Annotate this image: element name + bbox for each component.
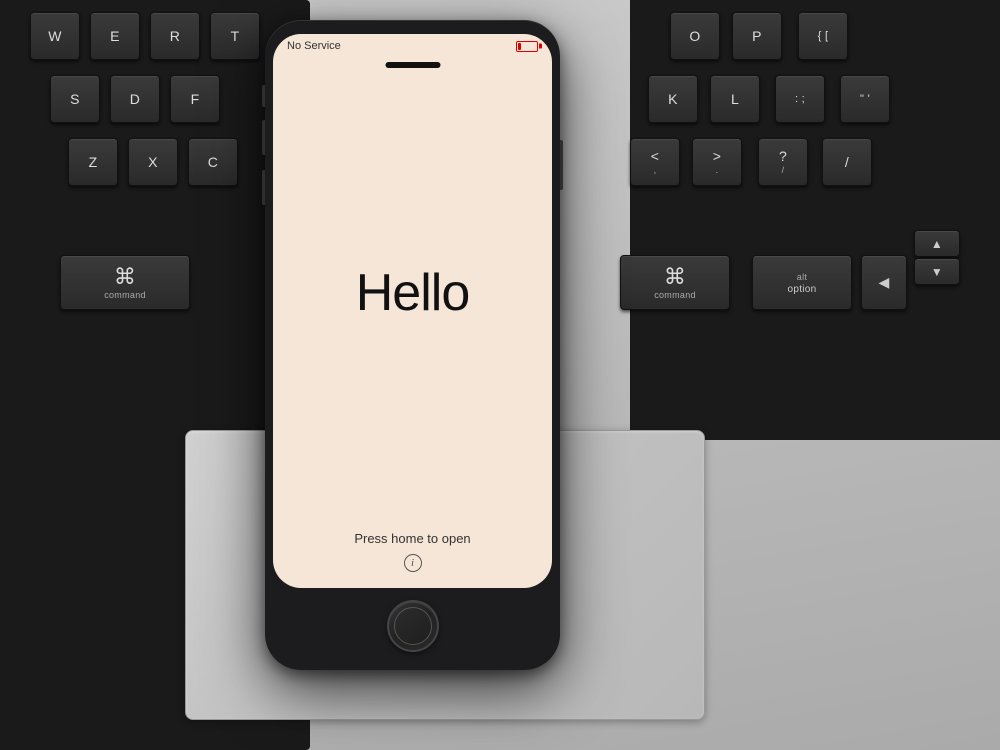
iphone-volume-down — [262, 170, 265, 205]
key-quote[interactable]: " ' — [840, 75, 890, 123]
key-arrow-up[interactable]: ▲ — [914, 230, 960, 257]
key-t[interactable]: T — [210, 12, 260, 60]
key-command-left[interactable]: ⌘ command — [60, 255, 190, 310]
key-c[interactable]: C — [188, 138, 238, 186]
key-l[interactable]: L — [710, 75, 760, 123]
carrier-label: No Service — [287, 40, 341, 52]
key-x[interactable]: X — [128, 138, 178, 186]
key-k[interactable]: K — [648, 75, 698, 123]
iphone-silent-switch — [262, 85, 265, 107]
info-icon: i — [404, 554, 422, 572]
iphone: No Service Hello Press home to open i — [265, 20, 560, 670]
key-o[interactable]: O — [670, 12, 720, 60]
key-semicolon[interactable]: : ; — [775, 75, 825, 123]
key-f[interactable]: F — [170, 75, 220, 123]
keyboard-right: O P { [ K L : ; " ' < , > . ? / / ⌘ comm… — [630, 0, 1000, 440]
key-greater-than[interactable]: > . — [692, 138, 742, 186]
key-s[interactable]: S — [50, 75, 100, 123]
key-w[interactable]: W — [30, 12, 80, 60]
key-slash[interactable]: / — [822, 138, 872, 186]
key-question[interactable]: ? / — [758, 138, 808, 186]
key-option[interactable]: alt option — [752, 255, 852, 310]
iphone-status-bar: No Service — [273, 34, 552, 54]
key-d[interactable]: D — [110, 75, 160, 123]
key-p[interactable]: P — [732, 12, 782, 60]
key-arrow-left[interactable]: ◀ — [861, 255, 907, 310]
key-e[interactable]: E — [90, 12, 140, 60]
key-arrow-down[interactable]: ▼ — [914, 258, 960, 285]
key-command-right[interactable]: ⌘ command — [620, 255, 730, 310]
key-less-than[interactable]: < , — [630, 138, 680, 186]
iphone-earpiece — [385, 62, 440, 68]
iphone-home-button-inner — [394, 607, 432, 645]
key-z[interactable]: Z — [68, 138, 118, 186]
iphone-power-button — [560, 140, 563, 190]
iphone-screen: No Service Hello Press home to open i — [273, 34, 552, 588]
press-home-label: Press home to open — [354, 531, 470, 546]
battery-icon — [516, 41, 538, 52]
iphone-hello-section: Hello — [273, 54, 552, 531]
iphone-bottom-bar: Press home to open i — [273, 531, 552, 588]
key-r[interactable]: R — [150, 12, 200, 60]
iphone-volume-up — [262, 120, 265, 155]
battery-fill — [518, 43, 521, 50]
iphone-home-button[interactable] — [387, 600, 439, 652]
hello-text: Hello — [356, 263, 470, 323]
key-bracket[interactable]: { [ — [798, 12, 848, 60]
battery-indicator — [516, 41, 538, 52]
